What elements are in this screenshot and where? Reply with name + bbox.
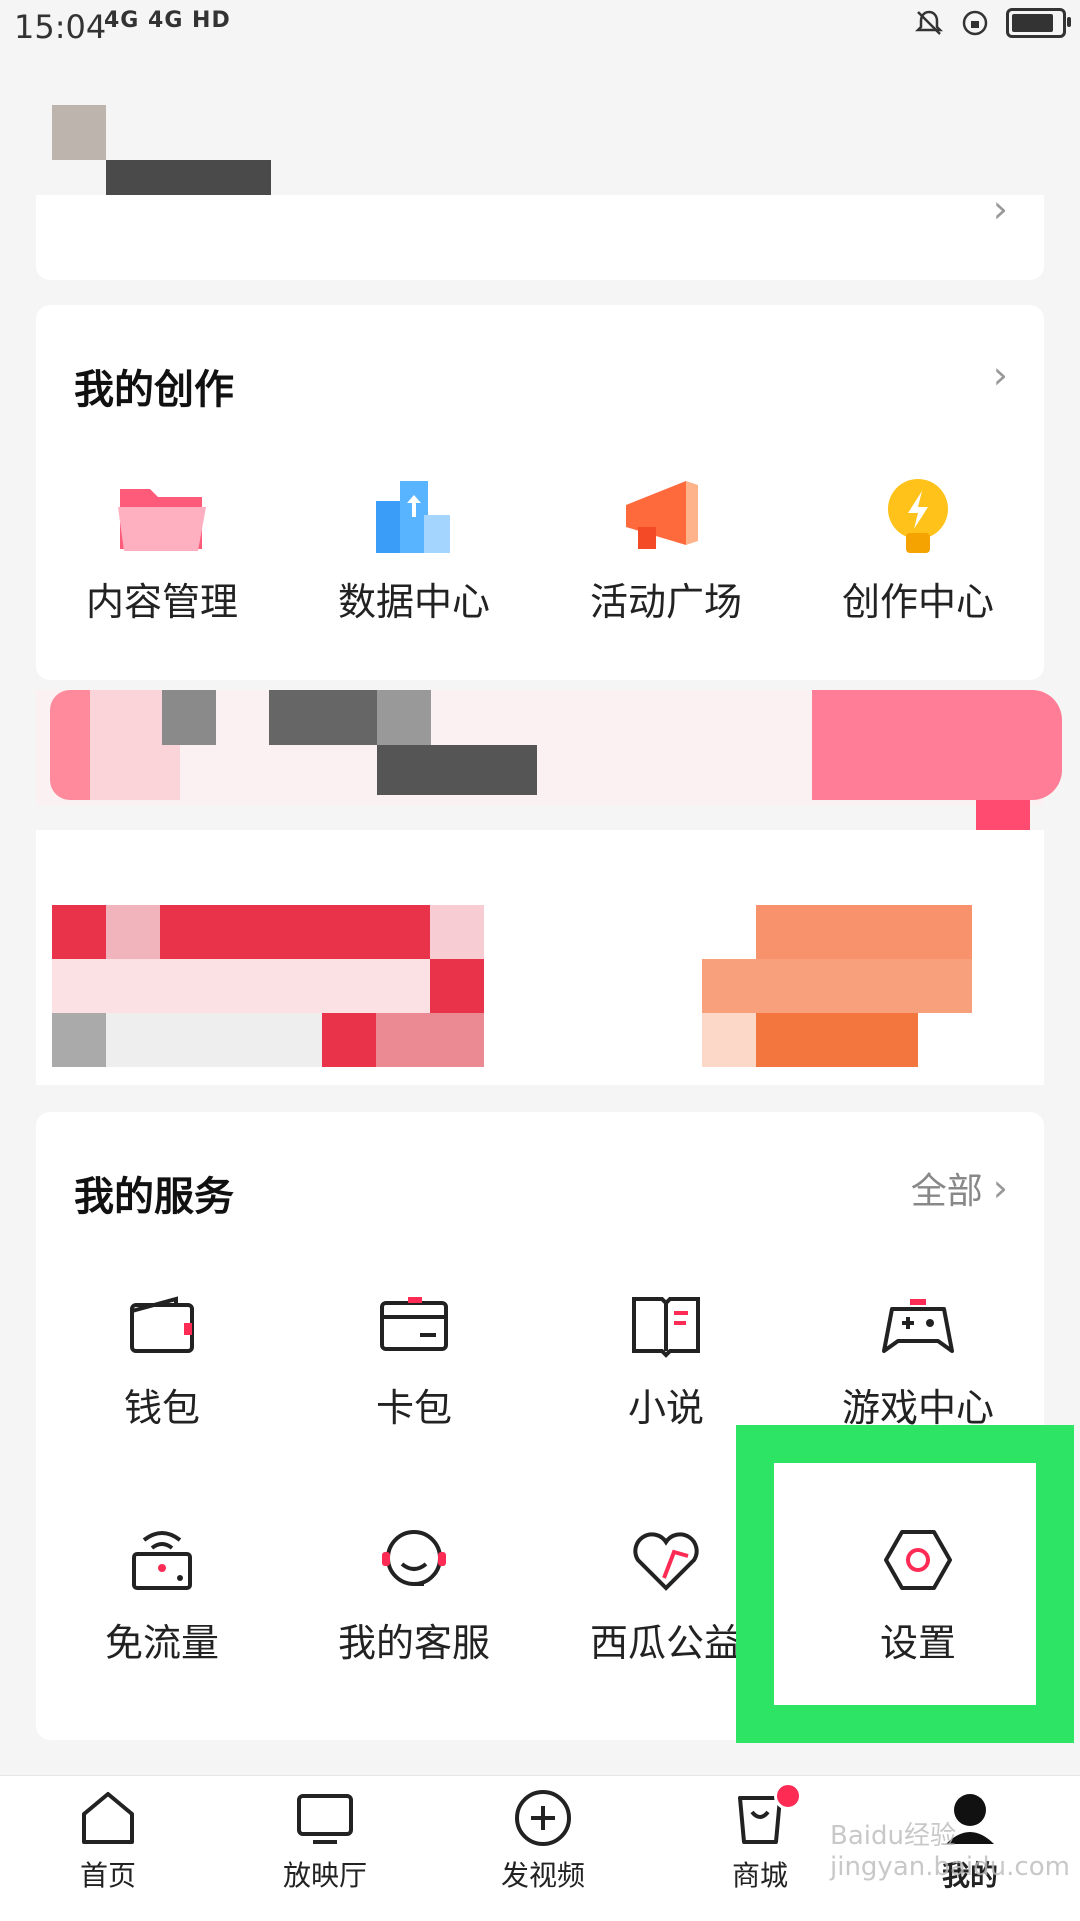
chevron-right-icon[interactable]: › xyxy=(993,353,1008,397)
grid-label: 设置 xyxy=(879,1621,956,1665)
wallet-icon xyxy=(130,1296,194,1353)
status-bar: 15:04 4G 4G HD xyxy=(0,0,1080,56)
nav-theater[interactable]: 放映厅 xyxy=(255,1786,395,1894)
services-row-1: 钱包 卡包 小说 游戏中心 xyxy=(36,1285,1044,1432)
chevron-right-icon: › xyxy=(992,187,1008,231)
headset-icon xyxy=(382,1530,446,1586)
service-game-center[interactable]: 游戏中心 xyxy=(792,1285,1044,1432)
bell-muted-icon xyxy=(914,10,944,35)
grid-label: 卡包 xyxy=(375,1386,452,1430)
grid-label: 游戏中心 xyxy=(841,1386,994,1430)
grid-label: 内容管理 xyxy=(85,580,238,624)
megaphone-icon xyxy=(626,481,698,549)
creation-item-activity[interactable]: 活动广场 xyxy=(540,475,792,626)
lightbulb-icon xyxy=(888,479,948,553)
nav-mall[interactable]: 商城 xyxy=(690,1782,830,1894)
card-icon xyxy=(380,1297,448,1351)
notification-dot xyxy=(774,1782,802,1810)
gamepad-icon xyxy=(882,1299,954,1353)
battery-icon xyxy=(1006,8,1071,38)
watermark: Baidu经验 jingyan.baidu.com xyxy=(830,1821,1070,1882)
nav-label: 放映厅 xyxy=(282,1859,367,1892)
grid-label: 小说 xyxy=(627,1386,704,1430)
service-card-pack[interactable]: 卡包 xyxy=(288,1285,540,1432)
creation-grid: 内容管理 数据中心 活动广场 创作中心 xyxy=(36,475,1044,626)
book-icon xyxy=(632,1297,700,1358)
status-time: 15:04 xyxy=(14,8,107,46)
nav-label: 首页 xyxy=(79,1859,136,1892)
services-all-link[interactable]: 全部 › xyxy=(911,1162,1008,1214)
tv-icon xyxy=(297,1794,353,1844)
services-title: 我的服务 xyxy=(74,1174,234,1220)
heart-icon xyxy=(633,1532,699,1591)
folder-icon xyxy=(118,489,206,551)
rotation-lock-icon xyxy=(962,10,988,36)
nav-label: 发视频 xyxy=(500,1859,585,1892)
grid-label: 免流量 xyxy=(104,1621,219,1665)
wifi-box-icon xyxy=(132,1531,192,1590)
network-indicator: 4G 4G HD xyxy=(104,8,231,33)
grid-label: 创作中心 xyxy=(841,580,994,624)
profile-card[interactable]: › xyxy=(36,187,1044,280)
creation-item-center[interactable]: 创作中心 xyxy=(792,475,1044,626)
services-row-2: 免流量 我的客服 西瓜公益 设置 xyxy=(36,1520,1044,1667)
nav-post-video[interactable]: 发视频 xyxy=(473,1786,613,1894)
promo-banner-pixelated[interactable] xyxy=(36,690,1080,1090)
creation-item-content[interactable]: 内容管理 xyxy=(36,475,288,626)
data-chart-icon xyxy=(376,481,450,553)
creation-item-data[interactable]: 数据中心 xyxy=(288,475,540,626)
service-wallet[interactable]: 钱包 xyxy=(36,1285,288,1432)
service-settings[interactable]: 设置 xyxy=(792,1520,1044,1667)
service-novel[interactable]: 小说 xyxy=(540,1285,792,1432)
home-icon xyxy=(82,1792,134,1844)
nav-home[interactable]: 首页 xyxy=(38,1786,178,1894)
settings-hex-icon xyxy=(884,1530,952,1590)
service-free-data[interactable]: 免流量 xyxy=(36,1520,288,1667)
grid-label: 我的客服 xyxy=(337,1621,490,1665)
creation-title: 我的创作 xyxy=(74,367,234,413)
status-icons xyxy=(914,8,1071,38)
nav-label: 商城 xyxy=(731,1859,788,1892)
grid-label: 数据中心 xyxy=(337,580,490,624)
grid-label: 钱包 xyxy=(123,1386,200,1430)
grid-label: 活动广场 xyxy=(589,580,742,624)
all-label: 全部 xyxy=(910,1171,983,1212)
grid-label: 西瓜公益 xyxy=(589,1621,742,1665)
service-customer-service[interactable]: 我的客服 xyxy=(288,1520,540,1667)
plus-circle-icon xyxy=(515,1790,571,1846)
chevron-right-icon: › xyxy=(992,1166,1008,1210)
